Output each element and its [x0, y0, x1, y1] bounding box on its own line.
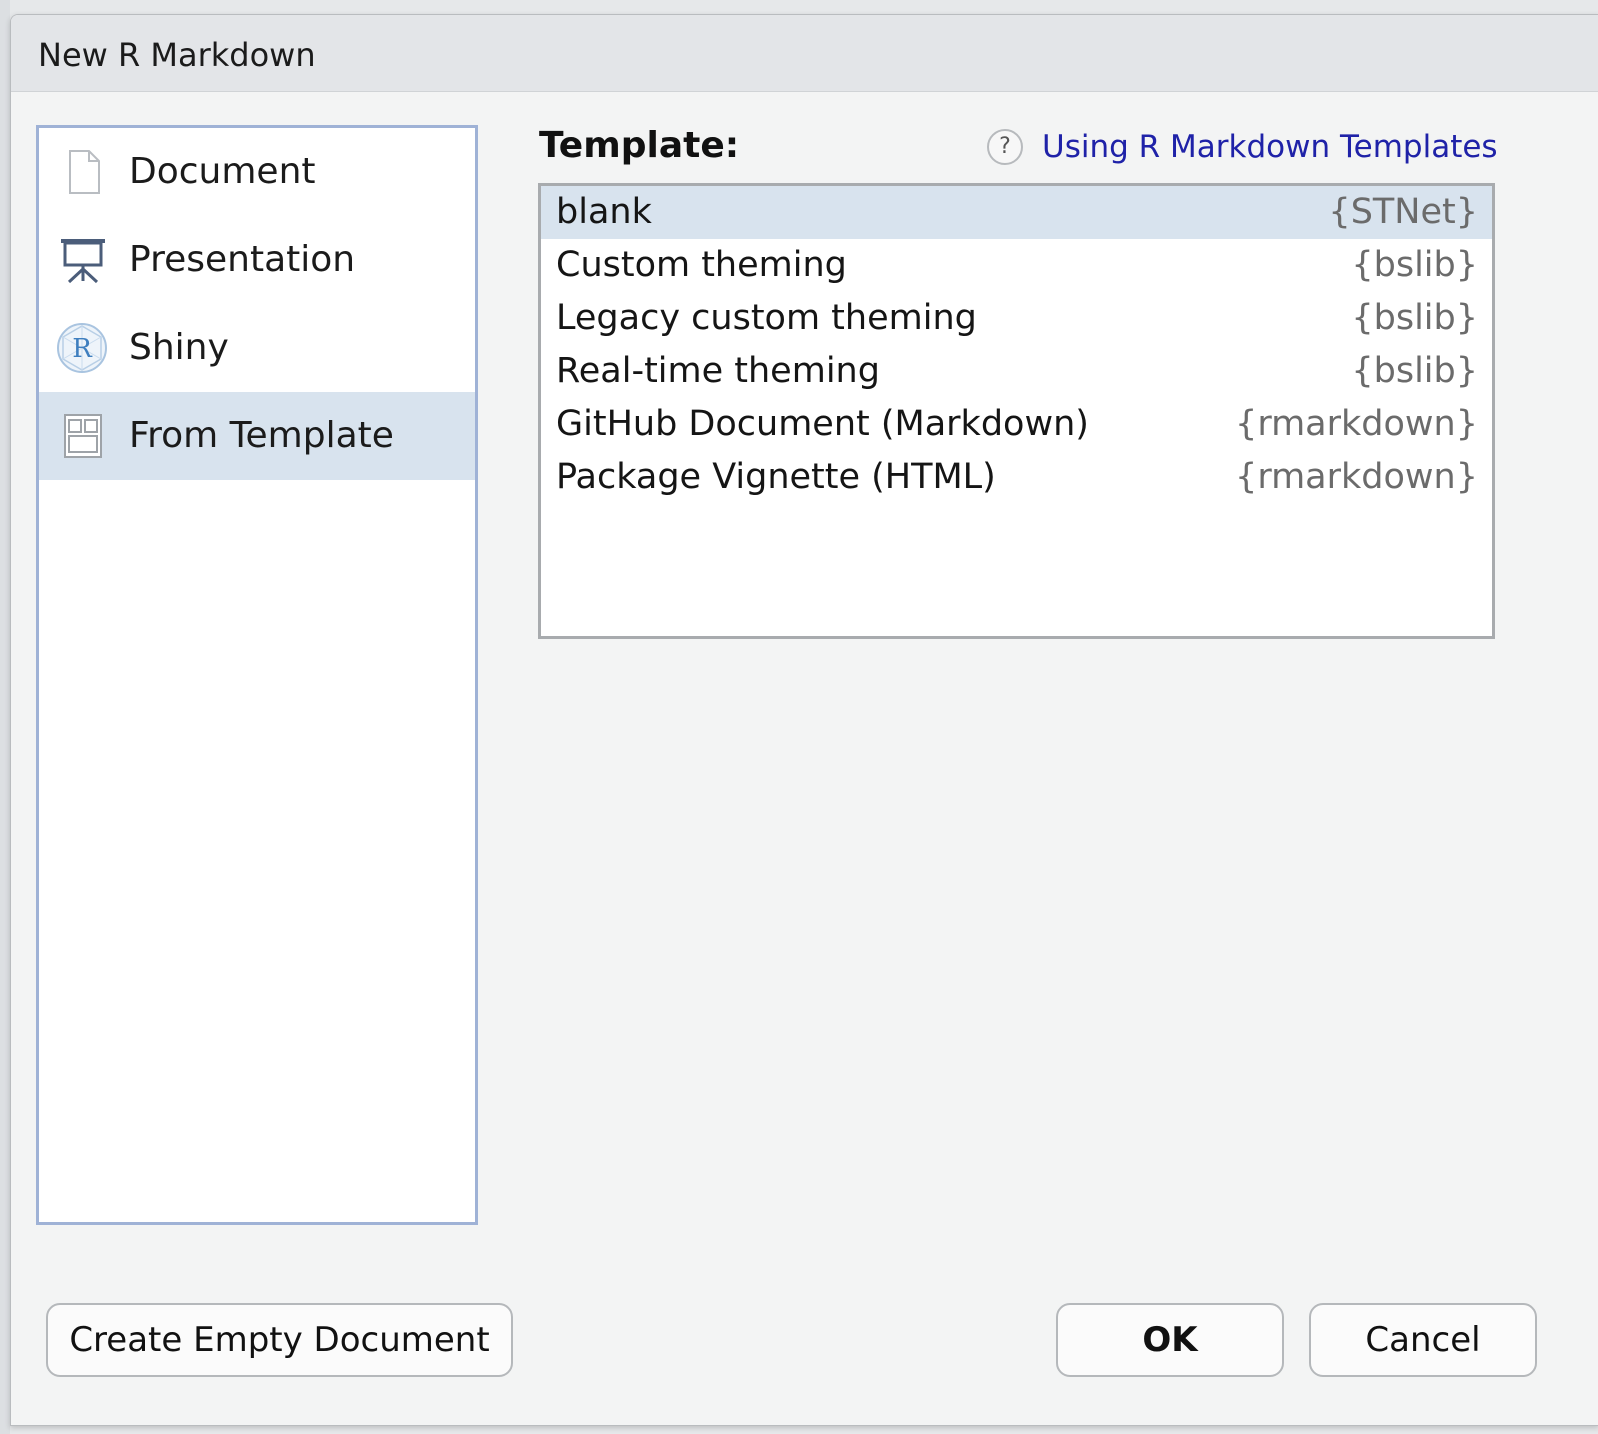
help-link-text[interactable]: Using R Markdown Templates [1042, 129, 1498, 165]
template-name: Custom theming [556, 245, 847, 285]
template-package: {STNet} [1328, 192, 1478, 232]
template-package: {bslib} [1351, 298, 1478, 338]
template-name: GitHub Document (Markdown) [556, 404, 1089, 444]
cancel-button[interactable]: Cancel [1309, 1303, 1537, 1377]
template-heading: Template: [539, 125, 740, 166]
category-label: Presentation [129, 239, 356, 280]
template-name: Real-time theming [556, 351, 880, 391]
template-package: {rmarkdown} [1235, 404, 1478, 444]
category-label: From Template [129, 415, 394, 456]
shiny-icon: R [57, 323, 107, 373]
template-package: {rmarkdown} [1235, 457, 1478, 497]
template-package: {bslib} [1351, 351, 1478, 391]
document-icon [59, 148, 107, 196]
template-name: Package Vignette (HTML) [556, 457, 996, 497]
category-item-shiny[interactable]: R Shiny [39, 304, 475, 392]
new-r-markdown-dialog: New R Markdown Document Presentation R S… [10, 14, 1598, 1426]
category-item-presentation[interactable]: Presentation [39, 216, 475, 304]
category-label: Shiny [129, 327, 229, 368]
category-item-document[interactable]: Document [39, 128, 475, 216]
create-empty-document-button[interactable]: Create Empty Document [46, 1303, 513, 1377]
background-window-edge [0, 0, 10, 1434]
template-name: Legacy custom theming [556, 298, 977, 338]
category-item-from-template[interactable]: From Template [39, 392, 475, 480]
template-name: blank [556, 192, 652, 232]
template-row[interactable]: blank {STNet} [541, 186, 1492, 239]
help-icon[interactable]: ? [987, 129, 1023, 165]
template-icon [59, 412, 107, 460]
template-row[interactable]: Package Vignette (HTML) {rmarkdown} [541, 451, 1492, 504]
template-row[interactable]: Custom theming {bslib} [541, 239, 1492, 292]
template-row[interactable]: Real-time theming {bslib} [541, 345, 1492, 398]
category-label: Document [129, 151, 316, 192]
dialog-title: New R Markdown [38, 36, 316, 74]
template-row[interactable]: Legacy custom theming {bslib} [541, 292, 1492, 345]
template-list[interactable]: blank {STNet} Custom theming {bslib} Leg… [538, 183, 1495, 639]
template-row[interactable]: GitHub Document (Markdown) {rmarkdown} [541, 398, 1492, 451]
svg-text:R: R [72, 334, 93, 364]
dialog-titlebar: New R Markdown [11, 15, 1598, 92]
template-package: {bslib} [1351, 245, 1478, 285]
category-list: Document Presentation R Shiny From Templ… [36, 125, 478, 1225]
presentation-icon [59, 236, 107, 284]
ok-button[interactable]: OK [1056, 1303, 1284, 1377]
